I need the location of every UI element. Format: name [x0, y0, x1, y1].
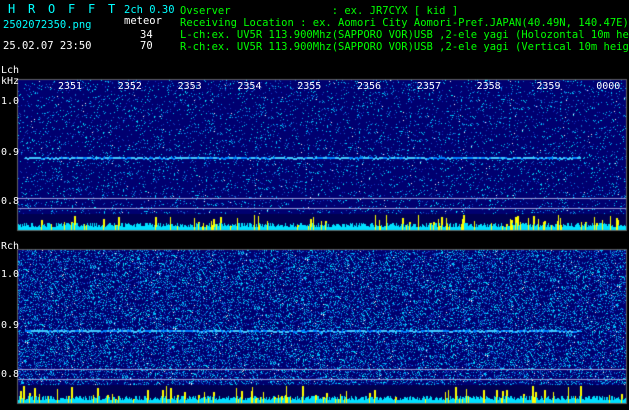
time-tick-label: 0000	[596, 81, 621, 92]
observer-line: Ovserver : ex. JR7CYX [ kid ]	[180, 5, 459, 17]
meteor-count-r: 70	[140, 40, 153, 52]
app-title-letter: R	[28, 2, 36, 16]
datetime-label: 25.02.07 23:50	[3, 40, 92, 52]
time-tick-label: 2359	[536, 81, 561, 92]
time-tick-label: 2355	[297, 81, 322, 92]
spectrogram-canvas	[0, 0, 629, 410]
freq-tick-l-2: 0.9	[1, 147, 20, 158]
time-tick-label: 2352	[117, 81, 142, 92]
rch-label: Rch	[1, 241, 20, 252]
rch-info-line: R-ch:ex. UV5R 113.900Mhz(SAPPORO VOR)USB…	[180, 41, 629, 53]
freq-tick-r-3: 0.8	[1, 369, 20, 380]
location-line: Receiving Location : ex. Aomori City Aom…	[180, 17, 629, 29]
app-title-letter: T	[108, 2, 116, 16]
freq-tick-r-2: 0.9	[1, 320, 20, 331]
time-tick-label: 2353	[177, 81, 202, 92]
time-tick-label: 2356	[357, 81, 382, 92]
time-tick-label: 2354	[237, 81, 262, 92]
app-title-letter: O	[48, 2, 56, 16]
app-title-letter: F	[68, 2, 76, 16]
time-tick-label: 2357	[416, 81, 441, 92]
time-tick-label: 2351	[58, 81, 83, 92]
lch-info-line: L-ch:ex. UV5R 113.900Mhz(SAPPORO VOR)USB…	[180, 29, 629, 41]
lch-label: Lch	[1, 65, 20, 76]
freq-tick-l-3: 0.8	[1, 196, 20, 207]
filename-label: 2502072350.png	[3, 19, 92, 31]
meteor-label: meteor	[124, 15, 162, 27]
khz-label: kHz	[1, 76, 20, 87]
freq-tick-l-1: 1.0	[1, 96, 20, 107]
app-title-letter: F	[88, 2, 96, 16]
time-tick-label: 2358	[476, 81, 501, 92]
freq-tick-r-1: 1.0	[1, 269, 20, 280]
app-title-letter: H	[8, 2, 16, 16]
